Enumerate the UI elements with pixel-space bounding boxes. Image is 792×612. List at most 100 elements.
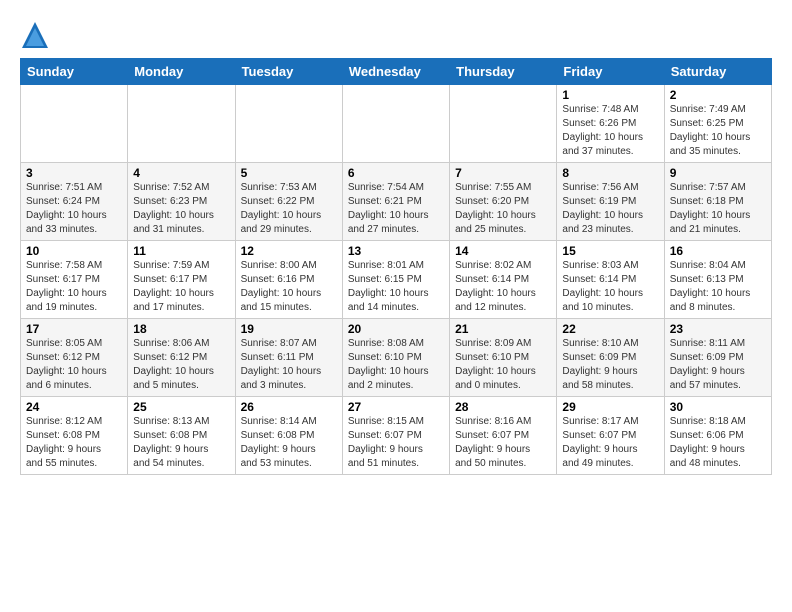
day-detail: Sunrise: 7:53 AM Sunset: 6:22 PM Dayligh… — [241, 181, 337, 237]
calendar-week-row: 1Sunrise: 7:48 AM Sunset: 6:26 PM Daylig… — [21, 85, 772, 163]
day-detail: Sunrise: 7:54 AM Sunset: 6:21 PM Dayligh… — [348, 181, 444, 237]
day-number: 25 — [133, 400, 229, 414]
day-number: 21 — [455, 322, 551, 336]
day-detail: Sunrise: 8:10 AM Sunset: 6:09 PM Dayligh… — [562, 337, 658, 393]
calendar-day-cell — [342, 85, 449, 163]
calendar-day-cell: 16Sunrise: 8:04 AM Sunset: 6:13 PM Dayli… — [664, 241, 771, 319]
day-number: 22 — [562, 322, 658, 336]
day-number: 8 — [562, 166, 658, 180]
day-detail: Sunrise: 8:12 AM Sunset: 6:08 PM Dayligh… — [26, 415, 122, 471]
day-number: 4 — [133, 166, 229, 180]
day-number: 13 — [348, 244, 444, 258]
day-number: 24 — [26, 400, 122, 414]
day-detail: Sunrise: 8:18 AM Sunset: 6:06 PM Dayligh… — [670, 415, 766, 471]
day-number: 23 — [670, 322, 766, 336]
day-detail: Sunrise: 8:15 AM Sunset: 6:07 PM Dayligh… — [348, 415, 444, 471]
calendar-week-row: 24Sunrise: 8:12 AM Sunset: 6:08 PM Dayli… — [21, 397, 772, 475]
calendar-day-cell: 11Sunrise: 7:59 AM Sunset: 6:17 PM Dayli… — [128, 241, 235, 319]
day-detail: Sunrise: 7:56 AM Sunset: 6:19 PM Dayligh… — [562, 181, 658, 237]
calendar-week-row: 17Sunrise: 8:05 AM Sunset: 6:12 PM Dayli… — [21, 319, 772, 397]
calendar-week-row: 3Sunrise: 7:51 AM Sunset: 6:24 PM Daylig… — [21, 163, 772, 241]
weekday-header-cell: Monday — [128, 59, 235, 85]
day-detail: Sunrise: 8:09 AM Sunset: 6:10 PM Dayligh… — [455, 337, 551, 393]
calendar-day-cell: 18Sunrise: 8:06 AM Sunset: 6:12 PM Dayli… — [128, 319, 235, 397]
calendar-day-cell: 14Sunrise: 8:02 AM Sunset: 6:14 PM Dayli… — [450, 241, 557, 319]
calendar-table: SundayMondayTuesdayWednesdayThursdayFrid… — [20, 58, 772, 475]
calendar-day-cell: 3Sunrise: 7:51 AM Sunset: 6:24 PM Daylig… — [21, 163, 128, 241]
calendar-day-cell: 28Sunrise: 8:16 AM Sunset: 6:07 PM Dayli… — [450, 397, 557, 475]
calendar-day-cell: 29Sunrise: 8:17 AM Sunset: 6:07 PM Dayli… — [557, 397, 664, 475]
day-number: 29 — [562, 400, 658, 414]
day-number: 3 — [26, 166, 122, 180]
calendar-day-cell: 4Sunrise: 7:52 AM Sunset: 6:23 PM Daylig… — [128, 163, 235, 241]
calendar-day-cell: 26Sunrise: 8:14 AM Sunset: 6:08 PM Dayli… — [235, 397, 342, 475]
day-detail: Sunrise: 7:52 AM Sunset: 6:23 PM Dayligh… — [133, 181, 229, 237]
day-number: 18 — [133, 322, 229, 336]
calendar-day-cell: 24Sunrise: 8:12 AM Sunset: 6:08 PM Dayli… — [21, 397, 128, 475]
calendar-day-cell: 17Sunrise: 8:05 AM Sunset: 6:12 PM Dayli… — [21, 319, 128, 397]
calendar-day-cell: 15Sunrise: 8:03 AM Sunset: 6:14 PM Dayli… — [557, 241, 664, 319]
day-number: 19 — [241, 322, 337, 336]
day-detail: Sunrise: 8:07 AM Sunset: 6:11 PM Dayligh… — [241, 337, 337, 393]
day-detail: Sunrise: 8:11 AM Sunset: 6:09 PM Dayligh… — [670, 337, 766, 393]
calendar-day-cell: 2Sunrise: 7:49 AM Sunset: 6:25 PM Daylig… — [664, 85, 771, 163]
calendar-day-cell — [450, 85, 557, 163]
logo-icon — [20, 20, 50, 50]
calendar-day-cell — [21, 85, 128, 163]
calendar-day-cell: 9Sunrise: 7:57 AM Sunset: 6:18 PM Daylig… — [664, 163, 771, 241]
calendar-day-cell — [128, 85, 235, 163]
calendar-week-row: 10Sunrise: 7:58 AM Sunset: 6:17 PM Dayli… — [21, 241, 772, 319]
calendar-day-cell: 8Sunrise: 7:56 AM Sunset: 6:19 PM Daylig… — [557, 163, 664, 241]
day-number: 30 — [670, 400, 766, 414]
calendar-day-cell: 23Sunrise: 8:11 AM Sunset: 6:09 PM Dayli… — [664, 319, 771, 397]
day-detail: Sunrise: 7:48 AM Sunset: 6:26 PM Dayligh… — [562, 103, 658, 159]
day-number: 20 — [348, 322, 444, 336]
day-number: 1 — [562, 88, 658, 102]
day-detail: Sunrise: 8:05 AM Sunset: 6:12 PM Dayligh… — [26, 337, 122, 393]
calendar-day-cell: 7Sunrise: 7:55 AM Sunset: 6:20 PM Daylig… — [450, 163, 557, 241]
weekday-header-row: SundayMondayTuesdayWednesdayThursdayFrid… — [21, 59, 772, 85]
calendar-day-cell: 5Sunrise: 7:53 AM Sunset: 6:22 PM Daylig… — [235, 163, 342, 241]
day-detail: Sunrise: 8:06 AM Sunset: 6:12 PM Dayligh… — [133, 337, 229, 393]
day-detail: Sunrise: 7:59 AM Sunset: 6:17 PM Dayligh… — [133, 259, 229, 315]
calendar-day-cell: 25Sunrise: 8:13 AM Sunset: 6:08 PM Dayli… — [128, 397, 235, 475]
day-number: 28 — [455, 400, 551, 414]
day-detail: Sunrise: 7:49 AM Sunset: 6:25 PM Dayligh… — [670, 103, 766, 159]
day-number: 16 — [670, 244, 766, 258]
calendar-day-cell: 20Sunrise: 8:08 AM Sunset: 6:10 PM Dayli… — [342, 319, 449, 397]
weekday-header-cell: Sunday — [21, 59, 128, 85]
day-number: 11 — [133, 244, 229, 258]
calendar-day-cell: 27Sunrise: 8:15 AM Sunset: 6:07 PM Dayli… — [342, 397, 449, 475]
calendar-day-cell: 19Sunrise: 8:07 AM Sunset: 6:11 PM Dayli… — [235, 319, 342, 397]
weekday-header-cell: Friday — [557, 59, 664, 85]
day-number: 5 — [241, 166, 337, 180]
calendar-day-cell: 21Sunrise: 8:09 AM Sunset: 6:10 PM Dayli… — [450, 319, 557, 397]
calendar-day-cell — [235, 85, 342, 163]
day-detail: Sunrise: 8:00 AM Sunset: 6:16 PM Dayligh… — [241, 259, 337, 315]
calendar-body: 1Sunrise: 7:48 AM Sunset: 6:26 PM Daylig… — [21, 85, 772, 475]
weekday-header-cell: Tuesday — [235, 59, 342, 85]
day-detail: Sunrise: 7:58 AM Sunset: 6:17 PM Dayligh… — [26, 259, 122, 315]
header-area — [20, 16, 772, 50]
calendar-day-cell: 6Sunrise: 7:54 AM Sunset: 6:21 PM Daylig… — [342, 163, 449, 241]
day-number: 26 — [241, 400, 337, 414]
calendar-day-cell: 13Sunrise: 8:01 AM Sunset: 6:15 PM Dayli… — [342, 241, 449, 319]
day-detail: Sunrise: 8:16 AM Sunset: 6:07 PM Dayligh… — [455, 415, 551, 471]
day-number: 2 — [670, 88, 766, 102]
day-number: 6 — [348, 166, 444, 180]
day-number: 12 — [241, 244, 337, 258]
calendar-day-cell: 1Sunrise: 7:48 AM Sunset: 6:26 PM Daylig… — [557, 85, 664, 163]
day-number: 9 — [670, 166, 766, 180]
calendar-day-cell: 30Sunrise: 8:18 AM Sunset: 6:06 PM Dayli… — [664, 397, 771, 475]
day-detail: Sunrise: 7:51 AM Sunset: 6:24 PM Dayligh… — [26, 181, 122, 237]
calendar-day-cell: 22Sunrise: 8:10 AM Sunset: 6:09 PM Dayli… — [557, 319, 664, 397]
day-number: 17 — [26, 322, 122, 336]
weekday-header-cell: Saturday — [664, 59, 771, 85]
weekday-header-cell: Wednesday — [342, 59, 449, 85]
page-container: SundayMondayTuesdayWednesdayThursdayFrid… — [0, 0, 792, 485]
day-number: 7 — [455, 166, 551, 180]
weekday-header-cell: Thursday — [450, 59, 557, 85]
day-detail: Sunrise: 8:03 AM Sunset: 6:14 PM Dayligh… — [562, 259, 658, 315]
day-number: 14 — [455, 244, 551, 258]
day-detail: Sunrise: 8:04 AM Sunset: 6:13 PM Dayligh… — [670, 259, 766, 315]
